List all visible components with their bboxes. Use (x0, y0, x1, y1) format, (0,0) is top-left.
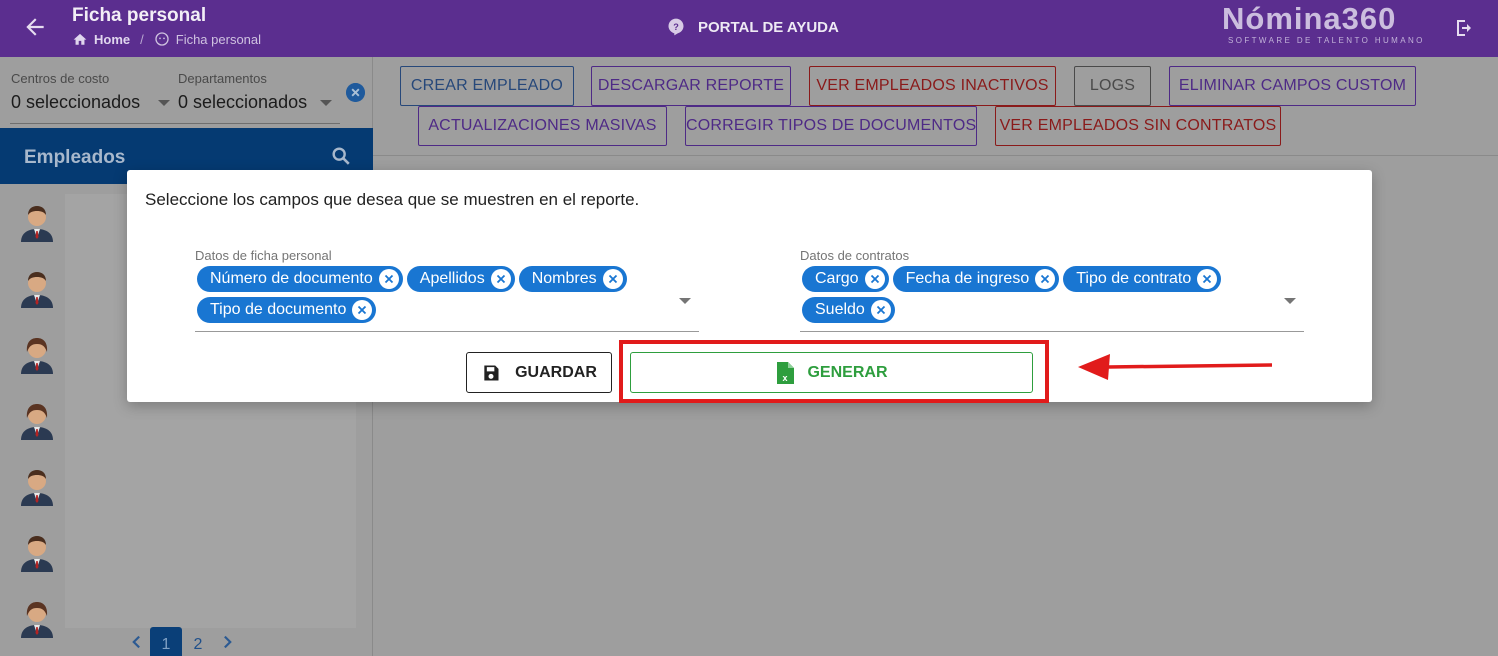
help-portal-link[interactable]: ? PORTAL DE AYUDA (666, 17, 839, 37)
employee-avatar-icon (21, 206, 53, 242)
field-chip: Tipo de contrato (1063, 266, 1222, 292)
employee-avatar-icon (21, 602, 53, 638)
employee-avatar-icon (21, 338, 53, 374)
bulk-updates-button[interactable]: ACTUALIZACIONES MASIVAS (418, 106, 667, 146)
save-button[interactable]: GUARDAR (466, 352, 612, 393)
personal-fields-select[interactable]: Datos de ficha personal Número de docume… (195, 248, 699, 332)
cost-center-caret-icon[interactable] (158, 100, 170, 106)
contract-fields-select[interactable]: Datos de contratos Cargo Fecha de ingreso… (800, 248, 1304, 332)
page-2-button[interactable]: 2 (182, 627, 214, 656)
personal-fields-label: Datos de ficha personal (195, 248, 332, 263)
toolbar-divider (373, 155, 1498, 156)
remove-chip-icon[interactable] (378, 269, 399, 289)
fix-document-types-button[interactable]: CORREGIR TIPOS DE DOCUMENTOS (685, 106, 977, 146)
remove-chip-icon[interactable] (490, 269, 511, 289)
field-chip: Sueldo (802, 297, 895, 323)
employee-avatar-icon (21, 536, 53, 572)
search-icon[interactable] (330, 145, 352, 167)
remove-chip-icon[interactable] (602, 269, 623, 289)
pagination: 1 2 (124, 627, 240, 656)
view-inactive-employees-button[interactable]: VER EMPLEADOS INACTIVOS (809, 66, 1056, 106)
department-label: Departamentos (178, 71, 267, 86)
chip-label: Apellidos (419, 270, 485, 287)
field-chip: Número de documento (197, 266, 403, 292)
back-arrow-icon[interactable] (22, 14, 48, 40)
chip-label: Fecha de ingreso (905, 270, 1030, 287)
chip-label: Nombres (531, 270, 597, 287)
chip-label: Tipo de documento (210, 301, 347, 318)
employee-avatar-icon (21, 272, 53, 308)
company-logo: Nómina360 SOFTWARE DE TALENTO HUMANO (1222, 1, 1425, 46)
cost-center-label: Centros de costo (11, 71, 110, 86)
save-label: GUARDAR (515, 363, 597, 381)
remove-chip-icon[interactable] (864, 269, 885, 289)
face-icon (155, 32, 169, 46)
help-icon: ? (668, 18, 684, 36)
breadcrumb-separator: / (140, 31, 144, 47)
chip-label: Tipo de contrato (1076, 270, 1192, 287)
floppy-disk-icon (484, 365, 499, 380)
page-title: Ficha personal (72, 5, 207, 26)
department-caret-icon[interactable] (320, 100, 332, 106)
contract-fields-label: Datos de contratos (800, 248, 910, 263)
contract-fields-caret-icon[interactable] (1284, 298, 1296, 304)
page-1-button[interactable]: 1 (150, 627, 182, 656)
field-chip: Nombres (518, 266, 627, 292)
dialog-title: Seleccione los campos que desea que se m… (145, 190, 640, 209)
personal-fields-caret-icon[interactable] (679, 298, 691, 304)
employees-title: Empleados (24, 147, 126, 168)
logout-icon[interactable] (1452, 16, 1476, 40)
employee-avatar-icon (21, 404, 53, 440)
breadcrumb-current: Ficha personal (175, 31, 262, 47)
app-header: Ficha personal Home / Ficha personal ? P… (0, 0, 1498, 57)
cost-center-select[interactable]: 0 seleccionados (11, 92, 140, 113)
department-select[interactable]: 0 seleccionados (178, 92, 307, 113)
annotation-arrow-icon (1078, 354, 1273, 380)
logs-button[interactable]: LOGS (1074, 66, 1151, 106)
chip-label: Número de documento (210, 270, 373, 287)
employee-avatar-icon (21, 470, 53, 506)
chip-label: Cargo (815, 270, 859, 287)
highlight-box (619, 340, 1049, 403)
personal-fields-chips: Número de documento Apellidos Nombres Tipo … (197, 266, 667, 323)
field-chip: Fecha de ingreso (892, 266, 1060, 292)
field-chip: Cargo (802, 266, 889, 292)
delete-custom-fields-button[interactable]: ELIMINAR CAMPOS CUSTOM (1169, 66, 1416, 106)
contract-fields-chips: Cargo Fecha de ingreso Tipo de contrato Sue… (802, 266, 1272, 323)
remove-chip-icon[interactable] (870, 300, 891, 320)
field-chip: Tipo de documento (197, 297, 377, 323)
clear-filters-icon[interactable] (346, 83, 365, 102)
chip-label: Sueldo (815, 301, 865, 318)
filter-divider (10, 123, 340, 124)
next-page-icon[interactable] (214, 629, 240, 655)
field-chip: Apellidos (406, 266, 515, 292)
remove-chip-icon[interactable] (1197, 269, 1218, 289)
remove-chip-icon[interactable] (1035, 269, 1056, 289)
help-label: PORTAL DE AYUDA (698, 18, 839, 36)
filters: Centros de costo 0 seleccionados Departa… (0, 57, 373, 128)
breadcrumb-home[interactable]: Home (94, 32, 130, 47)
view-employees-without-contracts-button[interactable]: VER EMPLEADOS SIN CONTRATOS (995, 106, 1281, 146)
svg-text:?: ? (673, 22, 679, 32)
breadcrumb: Home / Ficha personal (72, 31, 261, 47)
remove-chip-icon[interactable] (352, 300, 373, 320)
create-employee-button[interactable]: CREAR EMPLEADO (400, 66, 574, 106)
download-report-button[interactable]: DESCARGAR REPORTE (591, 66, 791, 106)
home-icon (73, 33, 87, 45)
prev-page-icon[interactable] (124, 629, 150, 655)
